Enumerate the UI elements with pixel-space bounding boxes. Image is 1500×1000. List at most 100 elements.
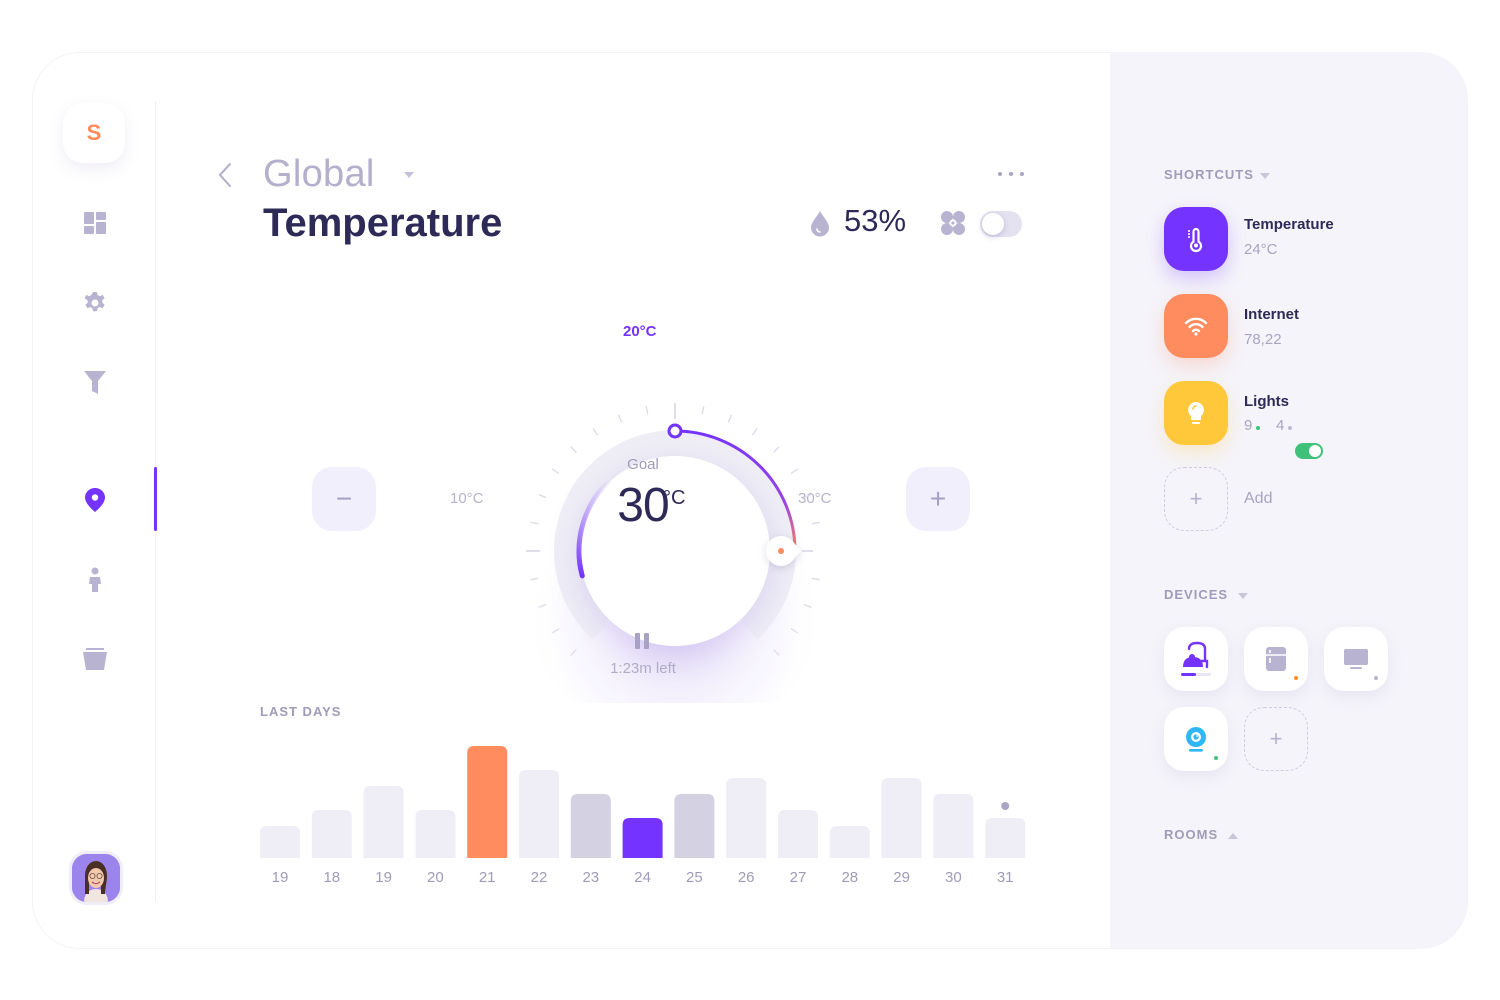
chart-x-label: 28 <box>841 869 858 886</box>
lightbulb-icon <box>1188 402 1204 424</box>
more-options-button[interactable] <box>998 167 1024 181</box>
chart-x-label: 24 <box>634 869 651 886</box>
dial-tick <box>552 468 560 474</box>
sidebar-item-filter[interactable] <box>81 369 109 397</box>
chart-x-label: 22 <box>531 869 548 886</box>
chart-bar[interactable] <box>622 818 663 858</box>
app-window: S Global Temperature 53% − + 10°C 30°C 2… <box>32 52 1468 949</box>
logo-letter: S <box>86 120 102 145</box>
shortcut-lights-label: Lights <box>1244 393 1289 410</box>
sidebar-item-settings[interactable] <box>81 289 109 317</box>
plus-icon: + <box>1269 726 1283 751</box>
location-pin-icon <box>85 488 105 512</box>
shortcut-temperature-value: 24°C <box>1244 241 1278 258</box>
dial-tick <box>570 446 577 453</box>
rooms-header[interactable]: ROOMS <box>1164 827 1239 842</box>
add-shortcut-button[interactable]: + <box>1164 467 1228 531</box>
chart-bar[interactable] <box>363 786 404 858</box>
decrease-temp-button[interactable]: − <box>312 467 376 531</box>
device-vacuum[interactable] <box>1164 627 1228 691</box>
fan-icon[interactable] <box>940 210 966 236</box>
chart-x-label: 20 <box>427 869 444 886</box>
chart-bar[interactable] <box>570 794 611 858</box>
chart-bar[interactable] <box>778 810 818 858</box>
chart-x-label: 25 <box>686 869 703 886</box>
lights-on-value: 9 <box>1244 417 1253 434</box>
webcam-status-dot <box>1214 756 1218 760</box>
fridge-icon <box>1266 647 1286 671</box>
plus-icon: + <box>1189 486 1203 511</box>
chart-bar[interactable] <box>674 794 715 858</box>
sidebar-item-dashboard[interactable] <box>81 209 109 237</box>
humidity-value: 53% <box>844 203 907 238</box>
app-logo[interactable]: S <box>63 103 125 163</box>
webcam-icon <box>1186 727 1206 752</box>
back-button[interactable] <box>217 161 237 189</box>
lights-on-dot <box>1256 426 1260 430</box>
chart-bar[interactable] <box>829 826 870 858</box>
pause-button[interactable] <box>635 633 649 649</box>
shortcut-lights[interactable] <box>1164 381 1228 445</box>
device-webcam[interactable] <box>1164 707 1228 771</box>
chart-bar[interactable] <box>467 746 508 858</box>
lights-toggle[interactable] <box>1295 443 1323 459</box>
chart-x-label: 29 <box>893 869 910 886</box>
increase-temp-button[interactable]: + <box>906 467 970 531</box>
lights-off-value: 4 <box>1276 417 1285 434</box>
current-temp-handle[interactable] <box>667 423 683 439</box>
chart-x-label: 19 <box>375 869 392 886</box>
chart-x-label: 19 <box>272 869 289 886</box>
minus-icon: − <box>335 483 353 514</box>
chart-x-label: 23 <box>582 869 599 886</box>
fan-toggle[interactable] <box>980 211 1022 237</box>
fridge-status-dot <box>1294 676 1298 680</box>
dial-tick <box>803 494 812 499</box>
dial-tick <box>773 446 780 453</box>
caret-down-icon <box>1238 592 1249 599</box>
user-avatar[interactable] <box>69 851 123 905</box>
chart-bar[interactable] <box>933 794 974 858</box>
chart-x-label: 21 <box>479 869 496 886</box>
sidebar-item-location[interactable] <box>81 486 109 514</box>
add-shortcut-label[interactable]: Add <box>1244 490 1272 508</box>
dial-tick <box>752 428 758 436</box>
dial-tick <box>530 521 539 525</box>
vacuum-progress-fill <box>1181 673 1196 676</box>
chart-bar[interactable] <box>881 778 922 858</box>
device-tv[interactable] <box>1324 627 1388 691</box>
chart-bar[interactable] <box>985 818 1026 858</box>
chart-x-label: 18 <box>323 869 340 886</box>
lights-on-count: 9 <box>1244 417 1252 434</box>
shortcut-internet[interactable] <box>1164 294 1228 358</box>
pause-icon-bar <box>644 633 649 649</box>
gear-icon <box>84 292 105 312</box>
shortcut-temperature[interactable] <box>1164 207 1228 271</box>
person-icon <box>89 567 101 592</box>
chart-bar[interactable] <box>311 810 352 858</box>
sidebar-item-person[interactable] <box>81 566 109 594</box>
page-title: Temperature <box>263 201 503 245</box>
shortcuts-header[interactable]: SHORTCUTS <box>1164 167 1270 182</box>
chart-bar[interactable] <box>519 770 559 858</box>
context-selector[interactable]: Global <box>263 153 375 196</box>
time-left: 1:23m left <box>610 660 676 677</box>
dial-tick <box>701 406 705 415</box>
chart-x-label: 30 <box>945 869 962 886</box>
context-dropdown-caret[interactable] <box>404 172 414 178</box>
rooms-title: ROOMS <box>1164 827 1219 842</box>
dial-tick <box>790 468 798 474</box>
device-fridge[interactable] <box>1244 627 1308 691</box>
wifi-icon <box>1184 317 1208 336</box>
chart-bar[interactable] <box>726 778 767 858</box>
filter-icon <box>84 371 106 394</box>
dial-tick <box>618 414 623 423</box>
dial-tick <box>811 521 820 525</box>
chart-title: LAST DAYS <box>260 704 342 719</box>
add-device-button[interactable]: + <box>1244 707 1308 771</box>
sidebar-item-bucket[interactable] <box>81 645 109 673</box>
chart-bar[interactable] <box>415 810 456 858</box>
dial-tick <box>727 414 732 423</box>
shortcuts-title: SHORTCUTS <box>1164 167 1254 182</box>
devices-header[interactable]: DEVICES <box>1164 587 1249 602</box>
chart-bar[interactable] <box>260 826 300 858</box>
